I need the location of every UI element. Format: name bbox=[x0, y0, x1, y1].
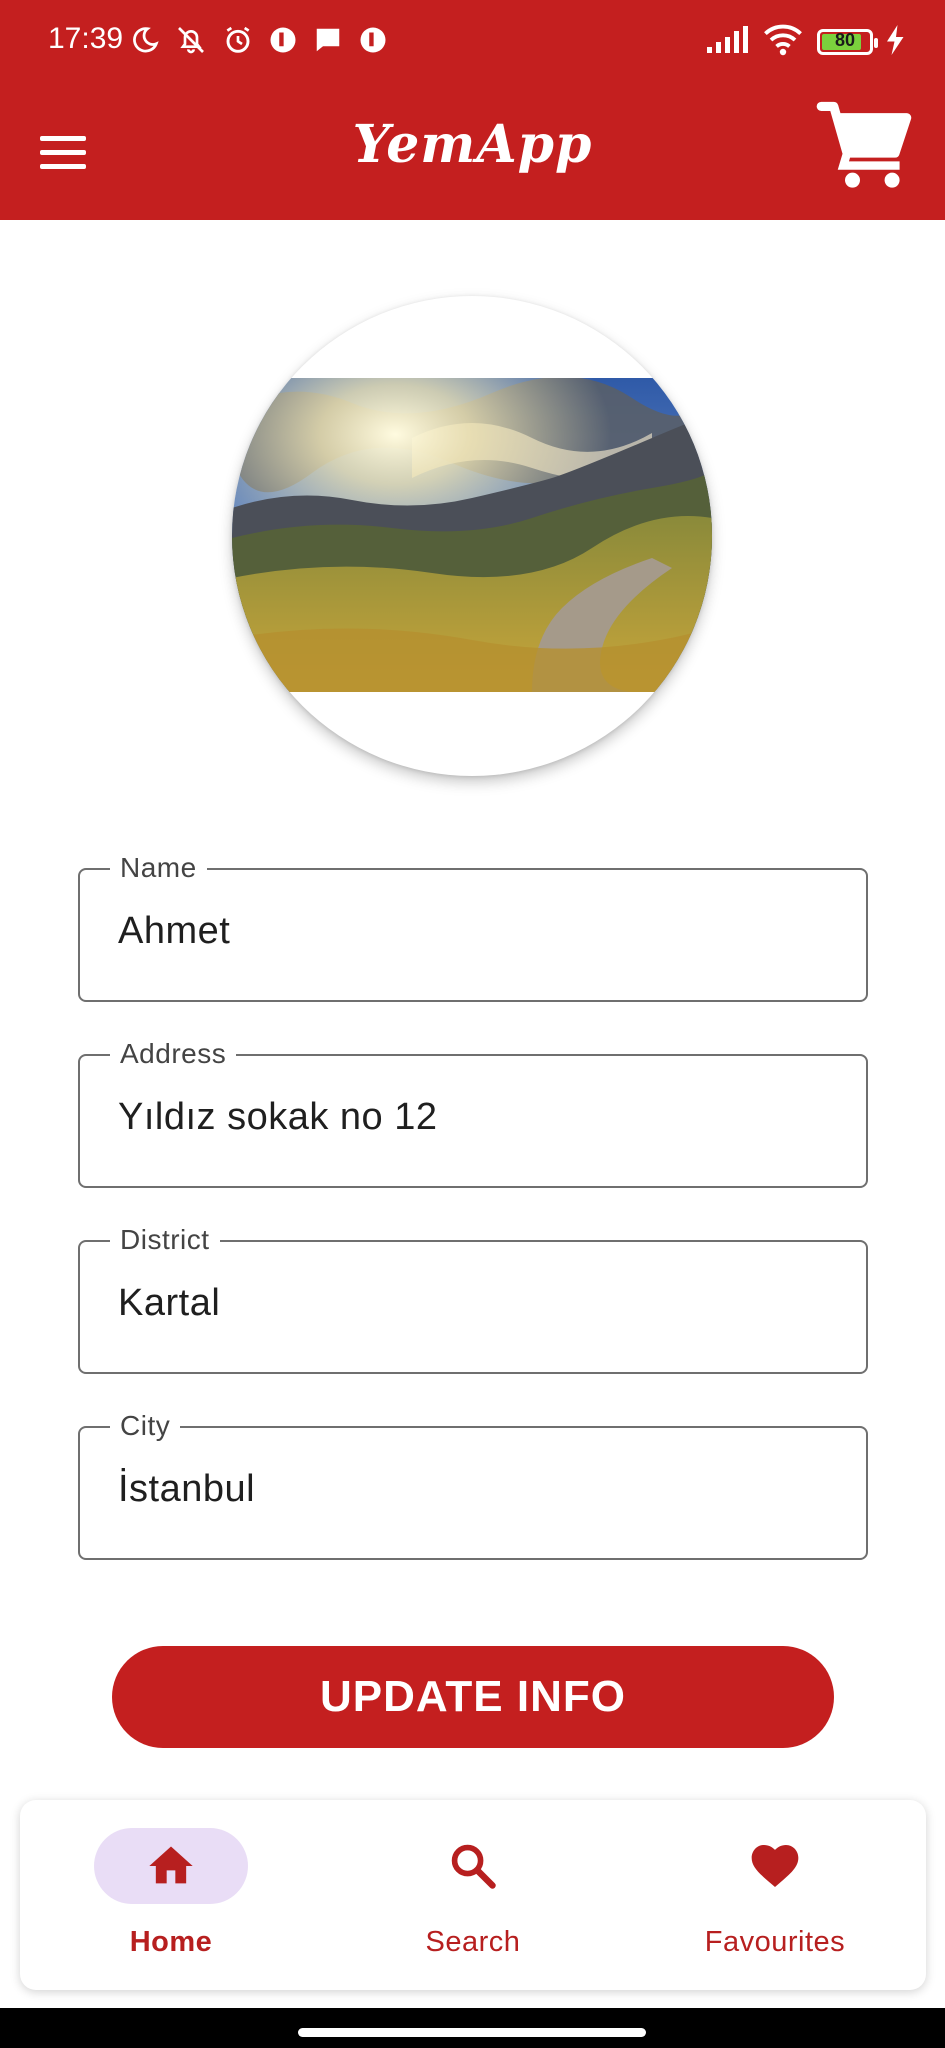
nav-label-favourites: Favourites bbox=[704, 1926, 846, 1958]
nav-indicator bbox=[94, 1828, 248, 1904]
app-bar: YemApp bbox=[0, 84, 945, 220]
nav-label-search: Search bbox=[425, 1926, 521, 1958]
status-time: 17:39 bbox=[48, 22, 124, 55]
nav-label-home: Home bbox=[129, 1926, 213, 1958]
home-icon bbox=[149, 1846, 193, 1884]
battery-cap bbox=[874, 38, 878, 48]
bottom-nav: Home Search Favourites bbox=[20, 1800, 926, 1990]
district-field[interactable]: District Kartal bbox=[78, 1224, 868, 1374]
district-input[interactable]: Kartal bbox=[118, 1282, 220, 1325]
signal-icon bbox=[705, 25, 749, 60]
app-icon bbox=[358, 25, 388, 60]
status-bar: 17:39 80 bbox=[0, 0, 945, 84]
search-icon bbox=[451, 1844, 496, 1889]
address-input[interactable]: Yıldız sokak no 12 bbox=[118, 1096, 438, 1139]
name-label: Name bbox=[110, 852, 207, 884]
cart-icon[interactable] bbox=[815, 96, 915, 196]
avatar-image bbox=[232, 378, 712, 692]
alarm-icon bbox=[222, 24, 254, 61]
nav-item-home[interactable]: Home bbox=[20, 1800, 322, 1990]
gesture-bar[interactable] bbox=[298, 2028, 646, 2037]
status-icons-left bbox=[130, 22, 388, 62]
city-label: City bbox=[110, 1410, 181, 1442]
address-field[interactable]: Address Yıldız sokak no 12 bbox=[78, 1038, 868, 1188]
nav-item-favourites[interactable]: Favourites bbox=[624, 1800, 926, 1990]
battery-level: 80 bbox=[834, 30, 856, 50]
update-info-button[interactable]: UPDATE INFO bbox=[112, 1646, 834, 1748]
name-field[interactable]: Name Ahmet bbox=[78, 852, 868, 1002]
city-input[interactable]: İstanbul bbox=[118, 1468, 255, 1511]
name-input[interactable]: Ahmet bbox=[118, 910, 230, 953]
avatar[interactable] bbox=[232, 296, 712, 776]
gesture-area bbox=[0, 2008, 945, 2048]
nav-item-search[interactable]: Search bbox=[322, 1800, 624, 1990]
message-icon bbox=[312, 25, 344, 60]
status-icons-right: 80 bbox=[705, 22, 905, 62]
battery-icon: 80 bbox=[817, 29, 878, 55]
app-title: YemApp bbox=[352, 114, 593, 175]
wifi-icon bbox=[763, 24, 803, 61]
moon-icon bbox=[130, 25, 160, 60]
address-label: Address bbox=[110, 1038, 237, 1070]
city-field[interactable]: City İstanbul bbox=[78, 1410, 868, 1560]
app-icon bbox=[268, 25, 298, 60]
charging-icon bbox=[887, 24, 905, 60]
district-label: District bbox=[110, 1224, 220, 1256]
bell-off-icon bbox=[174, 24, 208, 61]
heart-icon bbox=[751, 1845, 799, 1887]
